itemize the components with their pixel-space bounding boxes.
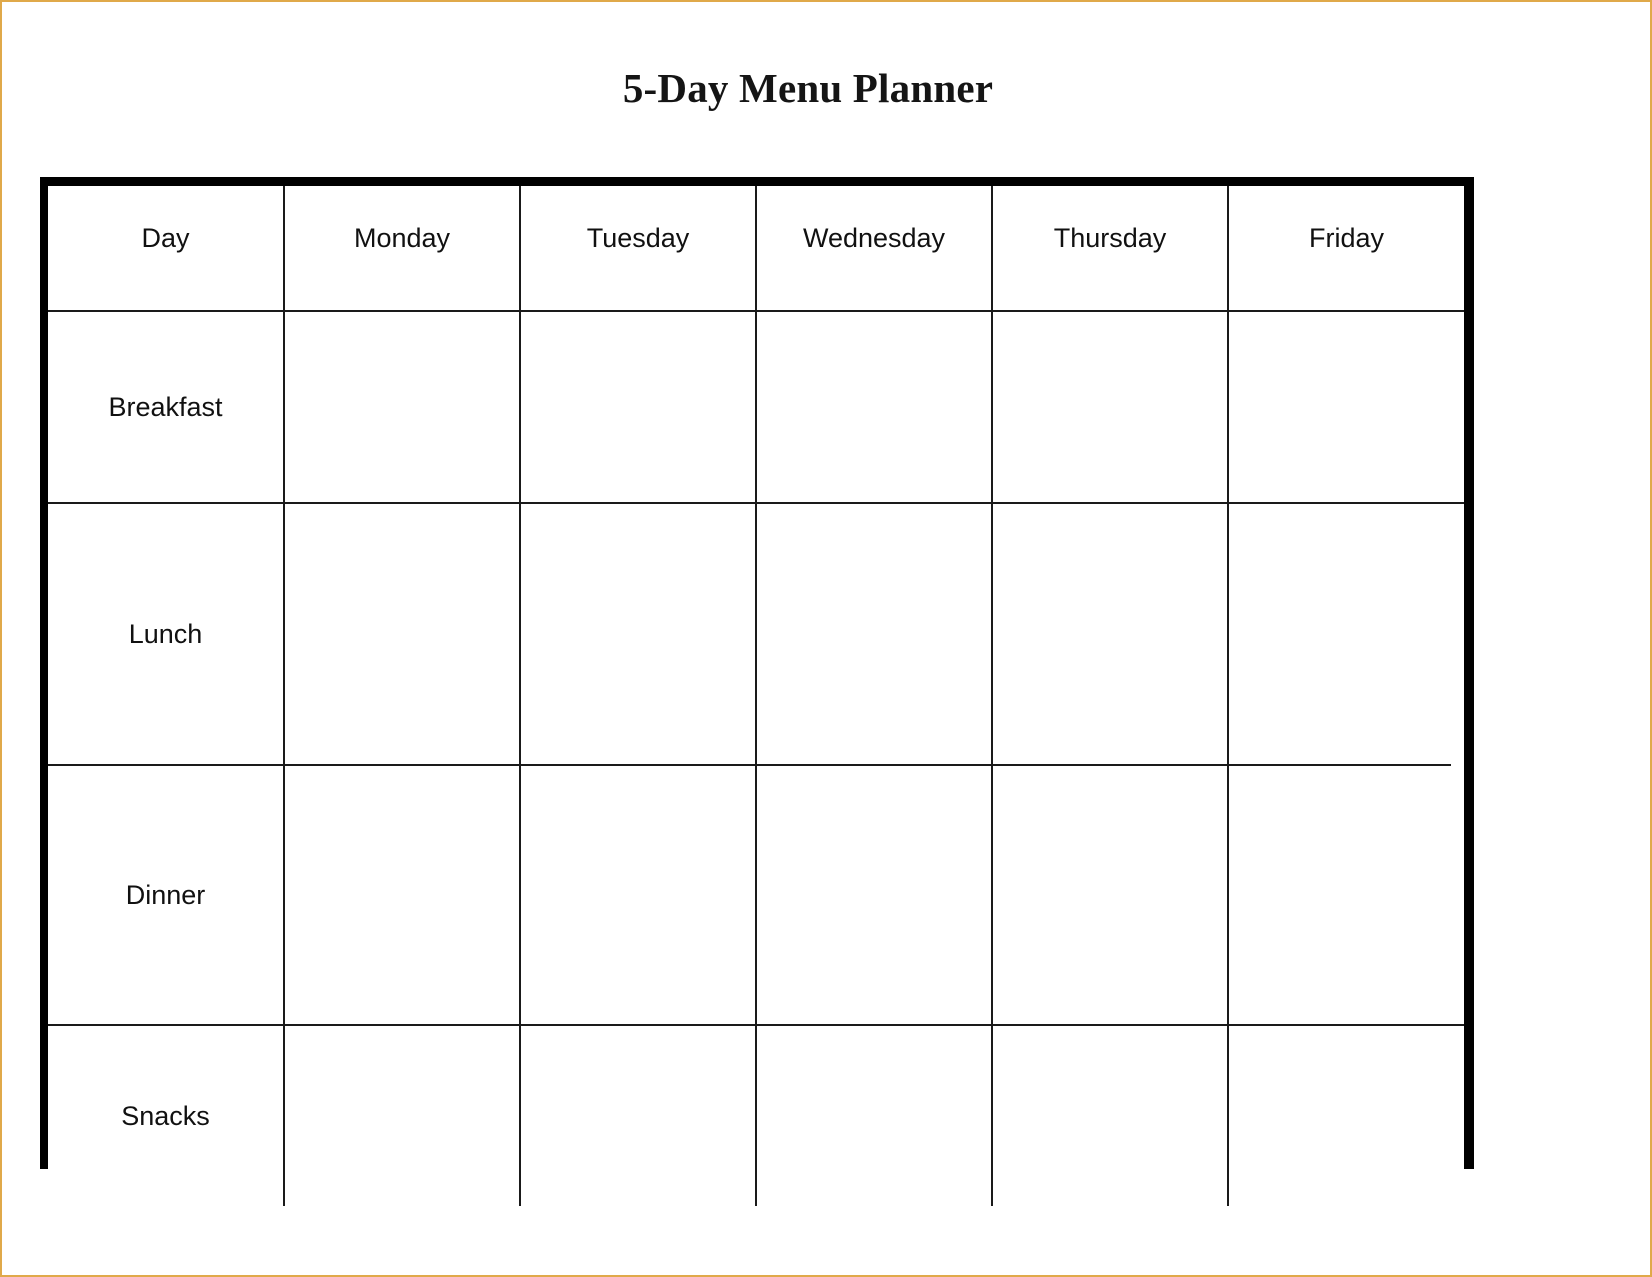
table-header: Day Monday Tuesday Wednesday Thursday Fr… [48, 186, 1464, 312]
cell-lunch-monday[interactable] [284, 503, 521, 766]
row-label-lunch: Lunch [48, 503, 285, 766]
cell-lunch-tuesday[interactable] [520, 503, 757, 766]
column-header-monday: Monday [284, 186, 521, 312]
cell-breakfast-monday[interactable] [284, 311, 521, 504]
row-label-dinner: Dinner [48, 765, 285, 1026]
cell-breakfast-tuesday[interactable] [520, 311, 757, 504]
column-header-tuesday: Tuesday [520, 186, 757, 312]
cell-snacks-wednesday[interactable] [756, 1025, 993, 1206]
table-row-snacks: Snacks [48, 1025, 1464, 1206]
table-row-dinner: Dinner [48, 765, 1464, 1026]
row-label-snacks: Snacks [48, 1025, 285, 1206]
planner-table-frame: Day Monday Tuesday Wednesday Thursday Fr… [40, 177, 1474, 1206]
cell-dinner-friday[interactable] [1228, 765, 1464, 1026]
cell-snacks-tuesday[interactable] [520, 1025, 757, 1206]
page-title: 5-Day Menu Planner [622, 65, 994, 111]
column-header-wednesday: Wednesday [756, 186, 993, 312]
column-header-day: Day [48, 186, 285, 312]
cell-snacks-monday[interactable] [284, 1025, 521, 1206]
cell-breakfast-wednesday[interactable] [756, 311, 993, 504]
cell-dinner-monday[interactable] [284, 765, 521, 1026]
cell-lunch-thursday[interactable] [992, 503, 1229, 766]
cell-breakfast-friday[interactable] [1228, 311, 1464, 504]
column-header-friday: Friday [1228, 186, 1464, 312]
cell-dinner-wednesday[interactable] [756, 765, 993, 1026]
cell-lunch-friday[interactable] [1228, 503, 1464, 765]
cell-lunch-wednesday[interactable] [756, 503, 993, 766]
table-body: Breakfast Lunch Dinner Snacks [48, 311, 1464, 1206]
menu-planner-table: Day Monday Tuesday Wednesday Thursday Fr… [48, 186, 1464, 1206]
table-row-breakfast: Breakfast [48, 311, 1464, 504]
row-label-breakfast: Breakfast [48, 311, 285, 504]
cell-dinner-tuesday[interactable] [520, 765, 757, 1026]
column-header-thursday: Thursday [992, 186, 1229, 312]
cell-breakfast-thursday[interactable] [992, 311, 1229, 504]
cell-dinner-thursday[interactable] [992, 765, 1229, 1026]
cell-snacks-thursday[interactable] [992, 1025, 1229, 1206]
menu-planner-page: 5-Day Menu Planner Day Monday Tuesday We… [0, 0, 1652, 1277]
header-row: Day Monday Tuesday Wednesday Thursday Fr… [48, 186, 1464, 312]
table-row-lunch: Lunch [48, 503, 1464, 766]
cell-snacks-friday[interactable] [1228, 1025, 1464, 1206]
